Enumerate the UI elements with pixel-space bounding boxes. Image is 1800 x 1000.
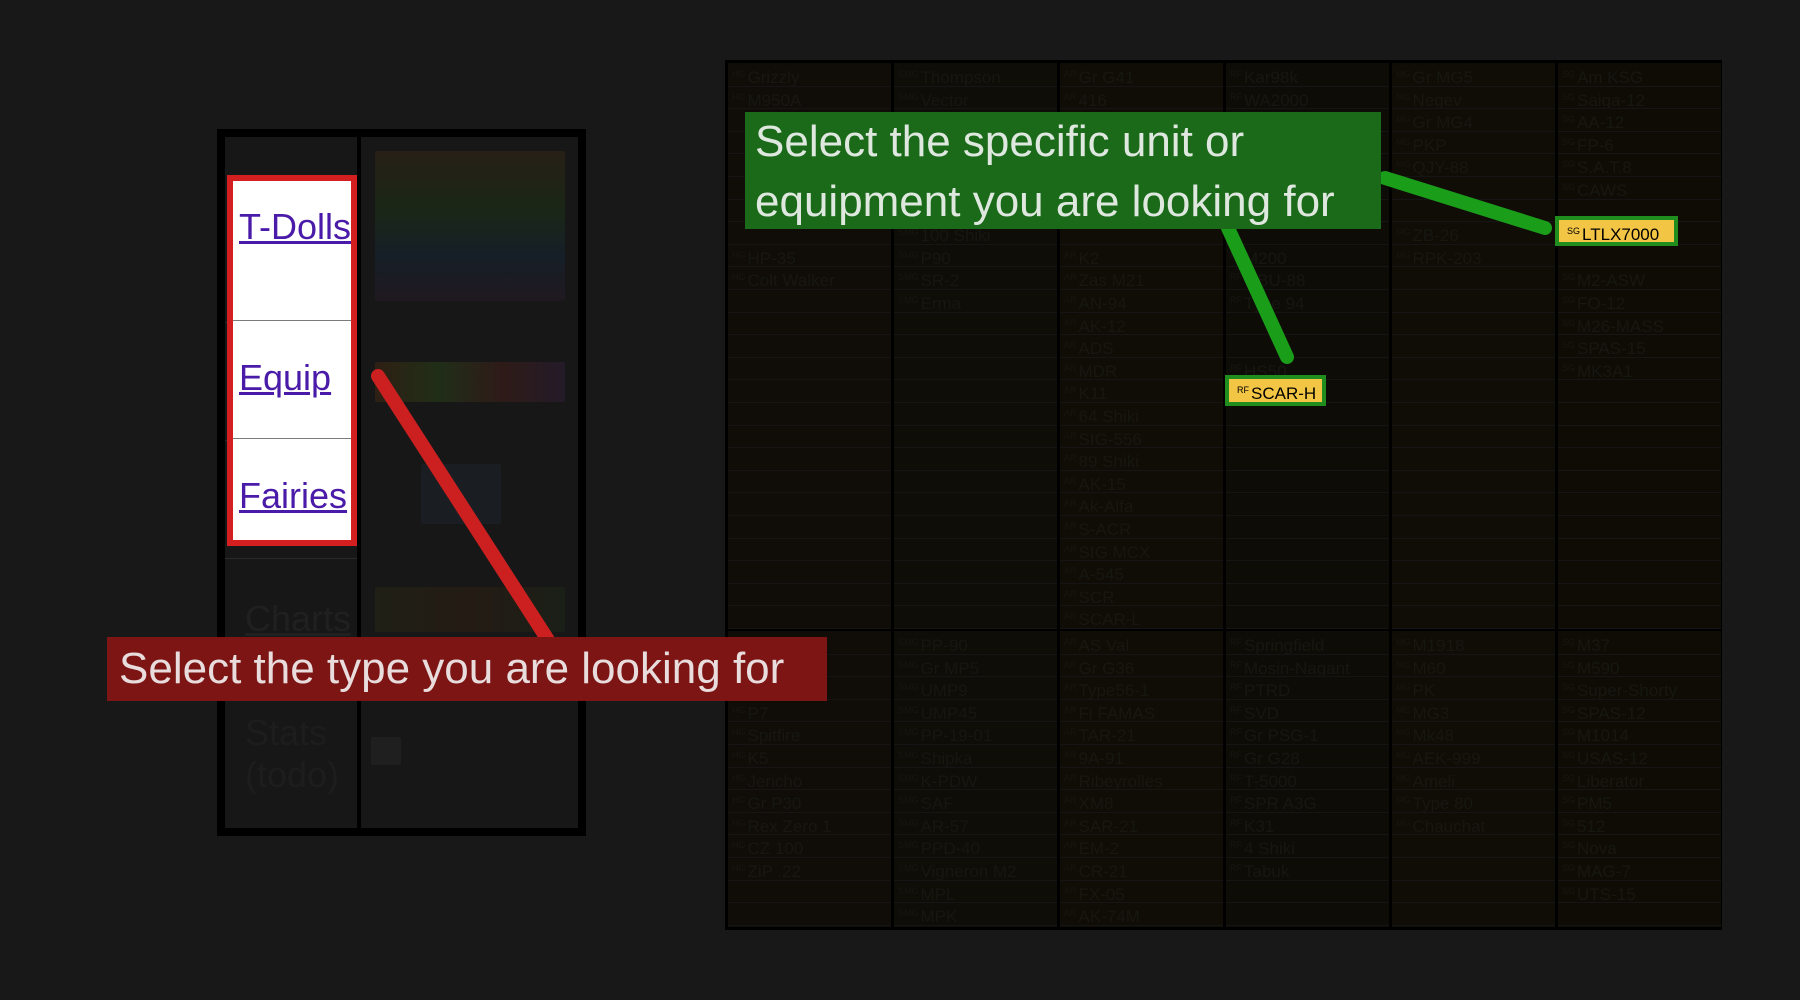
green-connector-2 [1221, 221, 1294, 364]
red-connector [371, 369, 555, 647]
highlight-scar-h[interactable]: RF SCAR-H [1225, 375, 1326, 406]
unit-name: SCAR-H [1251, 384, 1317, 403]
unit-type-tag: RF [1237, 385, 1249, 395]
green-callout: Select the specific unit or equipment yo… [745, 112, 1381, 229]
green-connector-1 [1378, 171, 1552, 235]
unit-type-tag: SG [1567, 226, 1581, 236]
unit-name: LTLX7000 [1582, 225, 1660, 244]
red-callout: Select the type you are looking for [107, 637, 827, 701]
highlight-ltlx7000[interactable]: SG LTLX7000 [1555, 216, 1678, 246]
